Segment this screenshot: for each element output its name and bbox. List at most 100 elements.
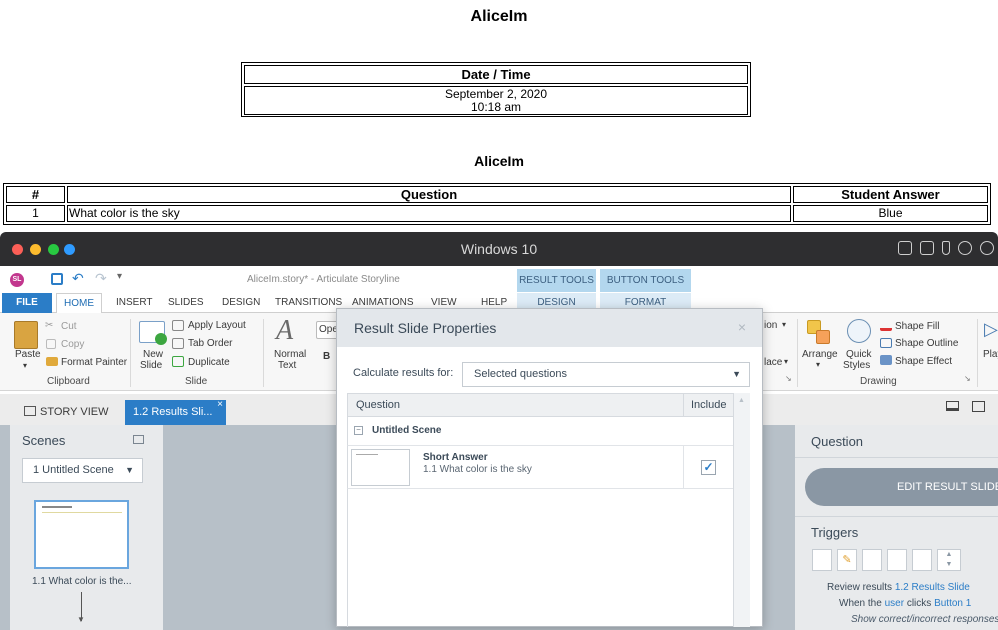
result-tools-group: RESULT TOOLS [517,269,596,292]
trigger-line-2[interactable]: When the user clicks Button 1 [839,598,971,609]
button-tools-group: BUTTON TOOLS [600,269,691,292]
play-button-partial[interactable]: Play [983,349,998,360]
quick-access-dropdown-icon[interactable]: ▾ [117,271,122,282]
chevron-down-icon[interactable]: ▾ [816,360,820,369]
paste-dropdown-icon[interactable]: ▾ [23,361,27,370]
close-icon[interactable]: × [738,319,746,335]
normal-view-icon[interactable] [946,401,959,411]
shape-outline-icon[interactable] [880,338,892,348]
calc-results-select[interactable]: Selected questions ▼ [462,362,750,387]
quick-styles-label2[interactable]: Styles [843,360,870,371]
new-slide-label[interactable]: New [143,349,163,360]
copy-button[interactable]: Copy [61,339,84,350]
new-slide-label2[interactable]: Slide [140,360,162,371]
trigger-target-link[interactable]: 1.2 Results Slide [895,582,970,593]
tab-transitions[interactable]: TRANSITIONS [275,297,342,308]
shape-outline-button[interactable]: Shape Outline [895,338,958,349]
tab-order-button[interactable]: Tab Order [188,338,232,349]
tab-order-icon[interactable] [172,338,184,349]
undo-icon[interactable]: ↶ [72,270,84,287]
save-icon[interactable] [51,273,63,285]
tab-design[interactable]: DESIGN [222,297,260,308]
apply-layout-icon[interactable] [172,320,184,331]
position-partial[interactable]: ion [764,320,777,331]
edit-result-slide-button[interactable]: EDIT RESULT SLIDE [805,468,998,506]
include-checkbox[interactable]: ✓ [701,460,716,475]
bold-button[interactable]: B [323,351,330,362]
triggers-title: Triggers [811,525,859,540]
duplicate-icon[interactable] [172,356,184,367]
datetime-table: Date / Time September 2, 2020 10:18 am [241,62,751,117]
tab-view[interactable]: VIEW [431,297,457,308]
copy-trigger-icon[interactable] [862,549,882,571]
scene-row[interactable]: − Untitled Scene [347,417,733,446]
calc-results-value: Selected questions [474,368,567,380]
tab-file[interactable]: FILE [2,293,52,313]
chevron-down-icon[interactable]: ▾ [782,320,786,329]
copy-icon[interactable] [46,339,56,349]
tab-story-view[interactable]: STORY VIEW [24,400,110,425]
app-titlebar: SL ↶ ↷ ▾ AliceIm.story* - Articulate Sto… [0,266,998,293]
tab-insert[interactable]: INSERT [116,297,153,308]
paste-button[interactable]: Paste [15,349,41,360]
trigger-object-link[interactable]: Button 1 [934,598,971,609]
scene-dropdown-value: 1 Untitled Scene [33,464,114,476]
paste-trigger-icon[interactable] [887,549,907,571]
apply-layout-button[interactable]: Apply Layout [188,320,246,331]
arrange-button[interactable]: Arrange [802,349,838,360]
tab-home[interactable]: HOME [56,293,102,314]
trigger-line-1[interactable]: Review results 1.2 Results Slide [827,582,970,593]
normal-text-icon[interactable]: A [276,315,293,347]
collapse-icon[interactable]: − [354,426,363,435]
shape-effect-button[interactable]: Shape Effect [895,356,952,367]
scroll-up-icon[interactable]: ▲ [738,397,745,404]
play-icon[interactable]: ▷ [984,319,998,340]
ribbon-separator [263,319,264,387]
normal-text-label[interactable]: Normal [274,349,306,360]
fullscreen-icon[interactable] [972,401,985,412]
cpu-icon[interactable] [920,241,934,255]
ribbon-separator [797,319,798,387]
quick-styles-icon[interactable] [847,319,871,343]
tab-animations[interactable]: ANIMATIONS [352,297,413,308]
usb-icon[interactable] [942,241,950,255]
arrange-icon-layer [816,330,830,344]
tab-slides[interactable]: SLIDES [168,297,204,308]
cut-button[interactable]: Cut [61,321,77,332]
shape-effect-icon[interactable] [880,355,892,365]
redo-icon[interactable]: ↷ [95,270,107,287]
keyboard-icon[interactable] [898,241,912,255]
scene-dropdown[interactable]: 1 Untitled Scene ▼ [22,458,143,483]
record-icon[interactable] [958,241,972,255]
new-trigger-icon[interactable] [812,549,832,571]
settings-icon[interactable] [980,241,994,255]
dialog-launcher-icon[interactable]: ↘ [785,374,792,383]
tab-help[interactable]: HELP [481,297,507,308]
chevron-down-icon[interactable]: ▾ [784,357,788,366]
normal-text-label2[interactable]: Text [278,360,296,371]
scenes-popout-icon[interactable] [133,435,144,444]
delete-trigger-icon[interactable] [912,549,932,571]
cut-icon[interactable]: ✂ [45,320,53,331]
replace-partial[interactable]: lace [764,357,782,368]
shape-fill-icon[interactable] [880,321,892,331]
results-slide-label: 1.2 Results Sli... [133,406,213,418]
move-trigger-icon[interactable]: ▲ ▼ [937,549,961,571]
shape-fill-button[interactable]: Shape Fill [895,321,939,332]
format-painter-icon[interactable] [46,357,58,366]
close-icon[interactable]: × [217,392,223,417]
trigger-line-3[interactable]: Show correct/incorrect responses [851,614,998,625]
scrollbar[interactable]: ▲ [733,393,750,627]
slide-thumbnail[interactable] [34,500,129,569]
format-painter-button[interactable]: Format Painter [61,357,127,368]
tab-results-slide[interactable]: 1.2 Results Sli... × [125,399,226,425]
question-row[interactable]: Short Answer 1.1 What color is the sky ✓ [347,446,733,489]
quick-styles-label[interactable]: Quick [846,349,872,360]
trigger-event: clicks [906,598,932,609]
col-include: Include [691,399,727,411]
edit-trigger-icon[interactable]: ✎ [837,549,857,571]
paste-icon[interactable] [14,321,38,349]
trigger-user-link[interactable]: user [885,598,904,609]
dialog-launcher-icon[interactable]: ↘ [964,374,971,383]
duplicate-button[interactable]: Duplicate [188,357,230,368]
